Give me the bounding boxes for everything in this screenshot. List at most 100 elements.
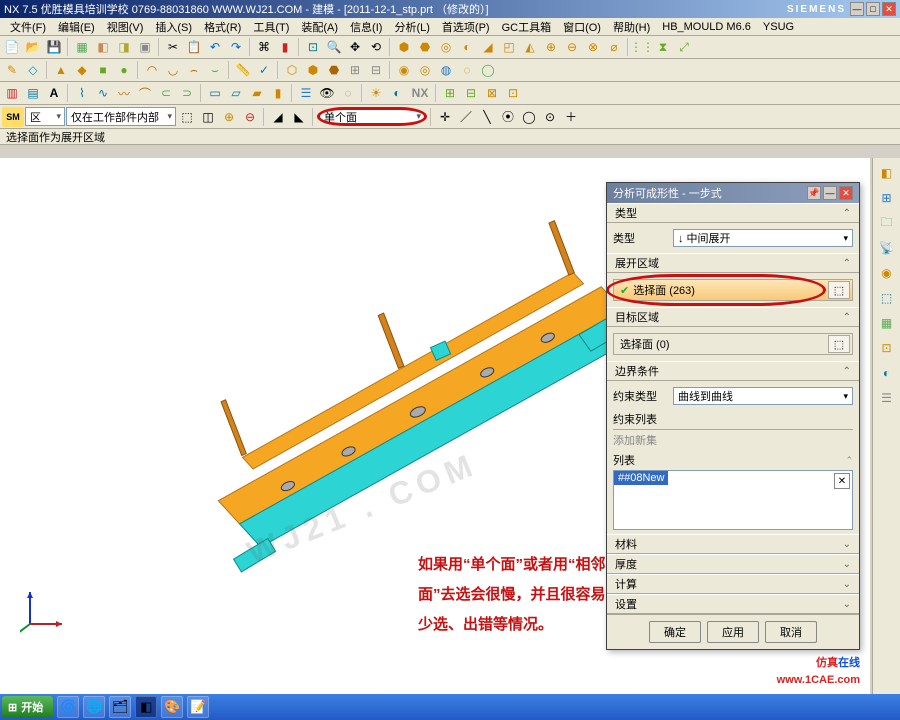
menu-tools[interactable]: 工具(T) bbox=[247, 19, 295, 35]
task-3[interactable]: 🗂 bbox=[109, 696, 131, 718]
std3-icon[interactable]: ◍ bbox=[436, 60, 456, 80]
curve3-icon[interactable]: 〰 bbox=[114, 83, 134, 103]
ok-button[interactable]: 确定 bbox=[649, 621, 701, 643]
menu-pref[interactable]: 首选项(P) bbox=[436, 19, 496, 35]
select-face-button[interactable]: ⬚ bbox=[828, 281, 850, 299]
asm2-icon[interactable]: ⊟ bbox=[461, 83, 481, 103]
sketch-icon[interactable]: ✎ bbox=[2, 60, 22, 80]
rt-icon-5[interactable]: ◉ bbox=[876, 262, 898, 284]
group-thickness-header[interactable]: 厚度⌄ bbox=[607, 554, 859, 574]
mirror-icon[interactable]: ⧗ bbox=[653, 37, 673, 57]
surf4-icon[interactable]: ⌣ bbox=[205, 60, 225, 80]
unite-icon[interactable]: ⊕ bbox=[541, 37, 561, 57]
hide-icon[interactable]: 👁 bbox=[317, 83, 337, 103]
cancel-button[interactable]: 取消 bbox=[765, 621, 817, 643]
iso-icon[interactable]: ◨ bbox=[114, 37, 134, 57]
select-target-button[interactable]: ⬚ bbox=[828, 335, 850, 353]
copy-icon[interactable]: 📋 bbox=[184, 37, 204, 57]
task-2[interactable]: 🌐 bbox=[83, 696, 105, 718]
layer-icon[interactable]: ☰ bbox=[296, 83, 316, 103]
rt-icon-6[interactable]: ⬚ bbox=[876, 287, 898, 309]
solid2-icon[interactable]: ◆ bbox=[72, 60, 92, 80]
group-material-header[interactable]: 材料⌄ bbox=[607, 534, 859, 554]
asm4-icon[interactable]: ⊡ bbox=[503, 83, 523, 103]
filter-combo-2[interactable]: 仅在工作部件内部 bbox=[66, 107, 176, 126]
menu-edit[interactable]: 编辑(E) bbox=[52, 19, 101, 35]
close-button[interactable]: ✕ bbox=[882, 2, 896, 16]
type-combo[interactable]: ↓ 中间展开 bbox=[673, 229, 853, 247]
menu-help[interactable]: 帮助(H) bbox=[607, 19, 656, 35]
menu-ysug[interactable]: YSUG bbox=[757, 21, 800, 33]
rt-icon-8[interactable]: ⊡ bbox=[876, 337, 898, 359]
hole-icon[interactable]: ◎ bbox=[436, 37, 456, 57]
delete-item-button[interactable]: ✕ bbox=[834, 473, 850, 489]
group-target-zone-header[interactable]: 目标区域⌃ bbox=[607, 307, 859, 327]
task-1[interactable]: 🌀 bbox=[57, 696, 79, 718]
filter-icon1[interactable]: ⬚ bbox=[177, 107, 197, 127]
shell-icon[interactable]: ◰ bbox=[499, 37, 519, 57]
asm3-icon[interactable]: ⊠ bbox=[482, 83, 502, 103]
extrude-icon[interactable]: ⬢ bbox=[394, 37, 414, 57]
apply-button[interactable]: 应用 bbox=[707, 621, 759, 643]
menu-gctoolbox[interactable]: GC工具箱 bbox=[496, 19, 558, 35]
std1-icon[interactable]: ◉ bbox=[394, 60, 414, 80]
rt-icon-10[interactable]: ☰ bbox=[876, 387, 898, 409]
select-face-target[interactable]: 选择面 (0) ⬚ bbox=[613, 333, 853, 355]
group-settings-header[interactable]: 设置⌄ bbox=[607, 594, 859, 614]
render2-icon[interactable]: ◐ bbox=[387, 83, 407, 103]
chamfer-icon[interactable]: ◢ bbox=[478, 37, 498, 57]
stop-icon[interactable]: ▮ bbox=[275, 37, 295, 57]
rt-icon-4[interactable]: 📡 bbox=[876, 237, 898, 259]
filter-icon3[interactable]: ⊕ bbox=[219, 107, 239, 127]
group-mesh-header[interactable]: 计算⌄ bbox=[607, 574, 859, 594]
rt-icon-1[interactable]: ◧ bbox=[876, 162, 898, 184]
filter-icon4[interactable]: ⊖ bbox=[240, 107, 260, 127]
cmd-icon[interactable]: ⌘ bbox=[254, 37, 274, 57]
cube-icon[interactable]: ◧ bbox=[93, 37, 113, 57]
rotate-icon[interactable]: ⟲ bbox=[366, 37, 386, 57]
curve2-icon[interactable]: ∿ bbox=[93, 83, 113, 103]
menu-analysis[interactable]: 分析(L) bbox=[388, 19, 435, 35]
surf2-icon[interactable]: ◡ bbox=[163, 60, 183, 80]
sheet4-icon[interactable]: ▮ bbox=[268, 83, 288, 103]
select-face-unfold[interactable]: ✔ 选择面 (263) ⬚ bbox=[613, 279, 853, 301]
dialog-titlebar[interactable]: 分析可成形性 - 一步式 📌 — ✕ bbox=[607, 183, 859, 203]
surf3-icon[interactable]: ⌢ bbox=[184, 60, 204, 80]
snap2-icon[interactable]: ／ bbox=[456, 107, 476, 127]
curve1-icon[interactable]: ⌇ bbox=[72, 83, 92, 103]
revolve-icon[interactable]: ⬣ bbox=[415, 37, 435, 57]
group-unfold-zone-header[interactable]: 展开区域⌃ bbox=[607, 253, 859, 273]
task-4-active[interactable]: ◧ bbox=[135, 696, 157, 718]
new-icon[interactable]: 📄 bbox=[2, 37, 22, 57]
asm1-icon[interactable]: ⊞ bbox=[440, 83, 460, 103]
curve6-icon[interactable]: ⊃ bbox=[177, 83, 197, 103]
filter-icon5[interactable]: ◢ bbox=[268, 107, 288, 127]
std5-icon[interactable]: ◯ bbox=[478, 60, 498, 80]
start-button[interactable]: ⊞ 开始 bbox=[2, 696, 53, 718]
std2-icon[interactable]: ◎ bbox=[415, 60, 435, 80]
intersect-icon[interactable]: ⊗ bbox=[583, 37, 603, 57]
rt-icon-9[interactable]: ◐ bbox=[876, 362, 898, 384]
sel-text[interactable]: A bbox=[44, 83, 64, 103]
pattern-icon[interactable]: ⋮⋮ bbox=[632, 37, 652, 57]
redo-icon[interactable]: ↷ bbox=[226, 37, 246, 57]
undo-icon[interactable]: ↶ bbox=[205, 37, 225, 57]
solid4-icon[interactable]: ● bbox=[114, 60, 134, 80]
sheet1-icon[interactable]: ▭ bbox=[205, 83, 225, 103]
snap4-icon[interactable]: ⦿ bbox=[498, 107, 518, 127]
wire-icon[interactable]: ▣ bbox=[135, 37, 155, 57]
cut-icon[interactable]: ✂ bbox=[163, 37, 183, 57]
subtract-icon[interactable]: ⊖ bbox=[562, 37, 582, 57]
group-boundary-header[interactable]: 边界条件⌃ bbox=[607, 361, 859, 381]
list-expand-icon[interactable]: ⌃ bbox=[845, 455, 853, 466]
dialog-close-button[interactable]: ✕ bbox=[839, 186, 853, 200]
datum-icon[interactable]: ◇ bbox=[23, 60, 43, 80]
snap6-icon[interactable]: ⊙ bbox=[540, 107, 560, 127]
sheet2-icon[interactable]: ▱ bbox=[226, 83, 246, 103]
solid1-icon[interactable]: ▲ bbox=[51, 60, 71, 80]
task-5[interactable]: 🎨 bbox=[161, 696, 183, 718]
sheet3-icon[interactable]: ▰ bbox=[247, 83, 267, 103]
menu-info[interactable]: 信息(I) bbox=[344, 19, 388, 35]
rt-icon-3[interactable]: 🗀 bbox=[876, 212, 898, 234]
menu-insert[interactable]: 插入(S) bbox=[149, 19, 198, 35]
